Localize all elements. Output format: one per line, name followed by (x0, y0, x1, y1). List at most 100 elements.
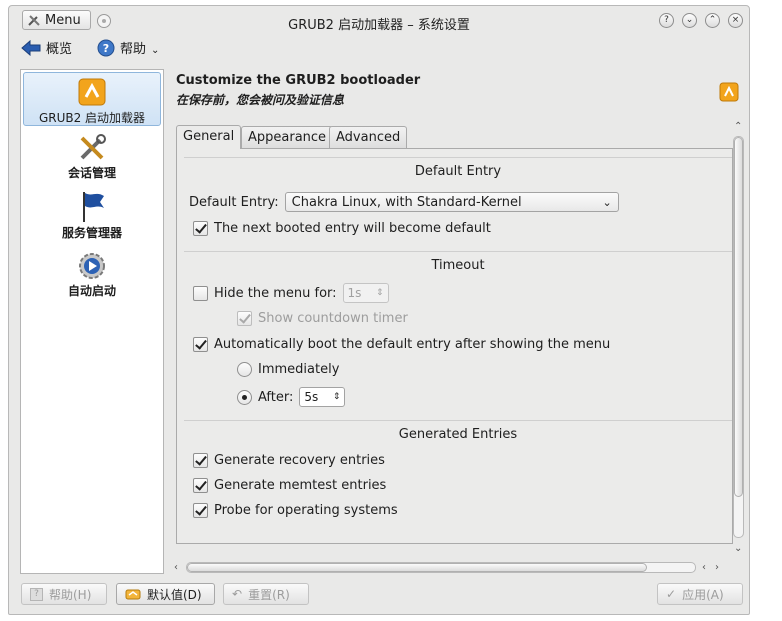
sidebar-item-autostart[interactable]: 自动启动 (23, 250, 161, 304)
after-radio[interactable] (237, 389, 252, 405)
recovery-row[interactable]: Generate recovery entries (193, 453, 385, 468)
scroll-thumb[interactable] (187, 563, 647, 572)
after-row: After: 5s ⇕ (237, 387, 346, 407)
sidebar-item-session[interactable]: 会话管理 (23, 132, 161, 184)
sidebar-item-label: 自动启动 (67, 284, 116, 298)
window-menu-icon[interactable] (97, 14, 111, 28)
after-label: After: (258, 389, 294, 405)
tab-appearance[interactable]: Appearance (241, 126, 334, 148)
menu-button-label: Menu (45, 12, 81, 28)
help-menu-button[interactable]: ? 帮助 ⌄ (97, 38, 159, 57)
recovery-checkbox[interactable] (193, 453, 208, 468)
horizontal-scrollbar[interactable]: ‹ ‹ › (172, 561, 732, 575)
auto-boot-label: Automatically boot the default entry aft… (214, 337, 611, 352)
tab-general[interactable]: General (176, 125, 242, 149)
default-entry-value: Chakra Linux, with Standard-Kernel (291, 194, 522, 210)
chevron-down-icon: ⌄ (602, 195, 612, 209)
maximize-icon[interactable]: ⌃ (705, 13, 720, 28)
spin-arrows-icon: ⇕ (376, 288, 384, 298)
grub-icon (78, 78, 106, 106)
scroll-track[interactable] (733, 136, 744, 538)
chevron-down-icon: ⌄ (151, 45, 160, 56)
window-title: GRUB2 启动加载器 – 系统设置 (288, 18, 470, 33)
recovery-label: Generate recovery entries (214, 453, 385, 468)
help-circle-icon: ? (97, 39, 115, 56)
immediately-radio[interactable] (237, 362, 252, 377)
after-value: 5s (304, 390, 319, 404)
default-entry-select[interactable]: Chakra Linux, with Standard-Kernel ⌄ (284, 192, 619, 212)
overview-button[interactable]: 概览 (21, 38, 72, 57)
default-entry-label: Default Entry: (189, 194, 279, 210)
sidebar-item-label: 服务管理器 (61, 226, 122, 240)
defaults-button-label: 默认值(D) (147, 587, 202, 602)
auto-boot-row[interactable]: Automatically boot the default entry aft… (193, 337, 610, 352)
hide-menu-row: Hide the menu for: 1s ⇕ (193, 283, 389, 303)
hide-menu-label: Hide the menu for: (214, 285, 337, 301)
next-booted-checkbox[interactable] (193, 221, 208, 236)
probe-label: Probe for operating systems (214, 503, 398, 518)
svg-text:?: ? (103, 42, 109, 55)
undo-icon: ↶ (232, 587, 243, 601)
page-subtitle: 在保存前，您会被问及验证信息 (176, 93, 345, 107)
scroll-down-icon[interactable]: ⌄ (734, 544, 742, 554)
memtest-checkbox[interactable] (193, 478, 208, 493)
defaults-button[interactable]: 默认值(D) (116, 583, 215, 605)
show-countdown-row: Show countdown timer (237, 311, 408, 326)
scroll-track[interactable] (186, 562, 696, 573)
tools-icon (28, 15, 40, 26)
group-title: Timeout (431, 258, 485, 273)
minimize-icon[interactable]: ⌄ (682, 13, 697, 28)
default-entry-row: Default Entry: Chakra Linux, with Standa… (189, 192, 619, 212)
sidebar-item-grub2[interactable]: GRUB2 启动加载器 (23, 72, 161, 126)
help-button[interactable]: ? 帮助(H) (21, 583, 107, 605)
next-booted-row[interactable]: The next booted entry will become defaul… (193, 221, 491, 236)
back-arrow-icon (21, 39, 41, 56)
apply-button-label: 应用(A) (682, 587, 724, 602)
auto-boot-checkbox[interactable] (193, 337, 208, 352)
group-title: Default Entry (414, 164, 502, 179)
tools-icon (80, 134, 106, 160)
scroll-up-icon[interactable]: ⌃ (734, 122, 742, 132)
after-spinbox[interactable]: 5s ⇕ (299, 387, 346, 407)
reset-button-label: 重置(R) (248, 587, 290, 602)
sidebar-item-label: 会话管理 (67, 166, 116, 180)
scroll-left-icon[interactable]: ‹ (174, 563, 178, 573)
overview-label: 概览 (46, 42, 73, 57)
flag-icon (83, 192, 104, 222)
scroll-left-icon[interactable]: ‹ (702, 563, 706, 573)
page-title: Customize the GRUB2 bootloader (176, 73, 421, 88)
restore-defaults-icon (125, 589, 141, 600)
vertical-scrollbar[interactable]: ⌃ ⌄ (731, 120, 746, 558)
immediately-label: Immediately (258, 362, 340, 377)
grub-icon (719, 82, 739, 102)
help-icon[interactable]: ? (659, 13, 674, 28)
show-countdown-label: Show countdown timer (258, 311, 408, 326)
memtest-row[interactable]: Generate memtest entries (193, 478, 386, 493)
hide-menu-spinbox[interactable]: 1s ⇕ (342, 283, 389, 303)
close-icon[interactable]: × (728, 13, 743, 28)
help-button-label: 帮助(H) (49, 587, 92, 602)
spin-arrows-icon: ⇕ (332, 392, 341, 402)
sidebar-item-services[interactable]: 服务管理器 (23, 190, 161, 244)
sidebar-item-label: GRUB2 启动加载器 (38, 111, 146, 125)
next-booted-label: The next booted entry will become defaul… (214, 221, 491, 236)
help-menu-label: 帮助 (120, 42, 147, 57)
memtest-label: Generate memtest entries (214, 478, 387, 493)
tab-advanced[interactable]: Advanced (329, 126, 408, 148)
help-doc-icon: ? (30, 587, 43, 601)
hide-menu-value: 1s (347, 286, 362, 300)
menu-button[interactable]: Menu (22, 10, 91, 30)
settings-window: Menu GRUB2 启动加载器 – 系统设置 ? ⌄ ⌃ × 概览 ? 帮助 … (8, 5, 750, 615)
reset-button[interactable]: ↶ 重置(R) (223, 583, 309, 605)
probe-row[interactable]: Probe for operating systems (193, 503, 398, 518)
immediately-row[interactable]: Immediately (237, 362, 339, 377)
hide-menu-checkbox[interactable] (193, 285, 208, 301)
scroll-thumb[interactable] (734, 137, 743, 497)
group-title: Generated Entries (398, 427, 518, 442)
apply-button[interactable]: ✓ 应用(A) (657, 583, 743, 605)
scroll-right-icon[interactable]: › (715, 563, 719, 573)
show-countdown-checkbox[interactable] (237, 311, 252, 326)
probe-checkbox[interactable] (193, 503, 208, 518)
gear-play-icon (79, 253, 105, 279)
module-sidebar: GRUB2 启动加载器 会话管理 服务管理器 自动启动 (20, 69, 164, 574)
